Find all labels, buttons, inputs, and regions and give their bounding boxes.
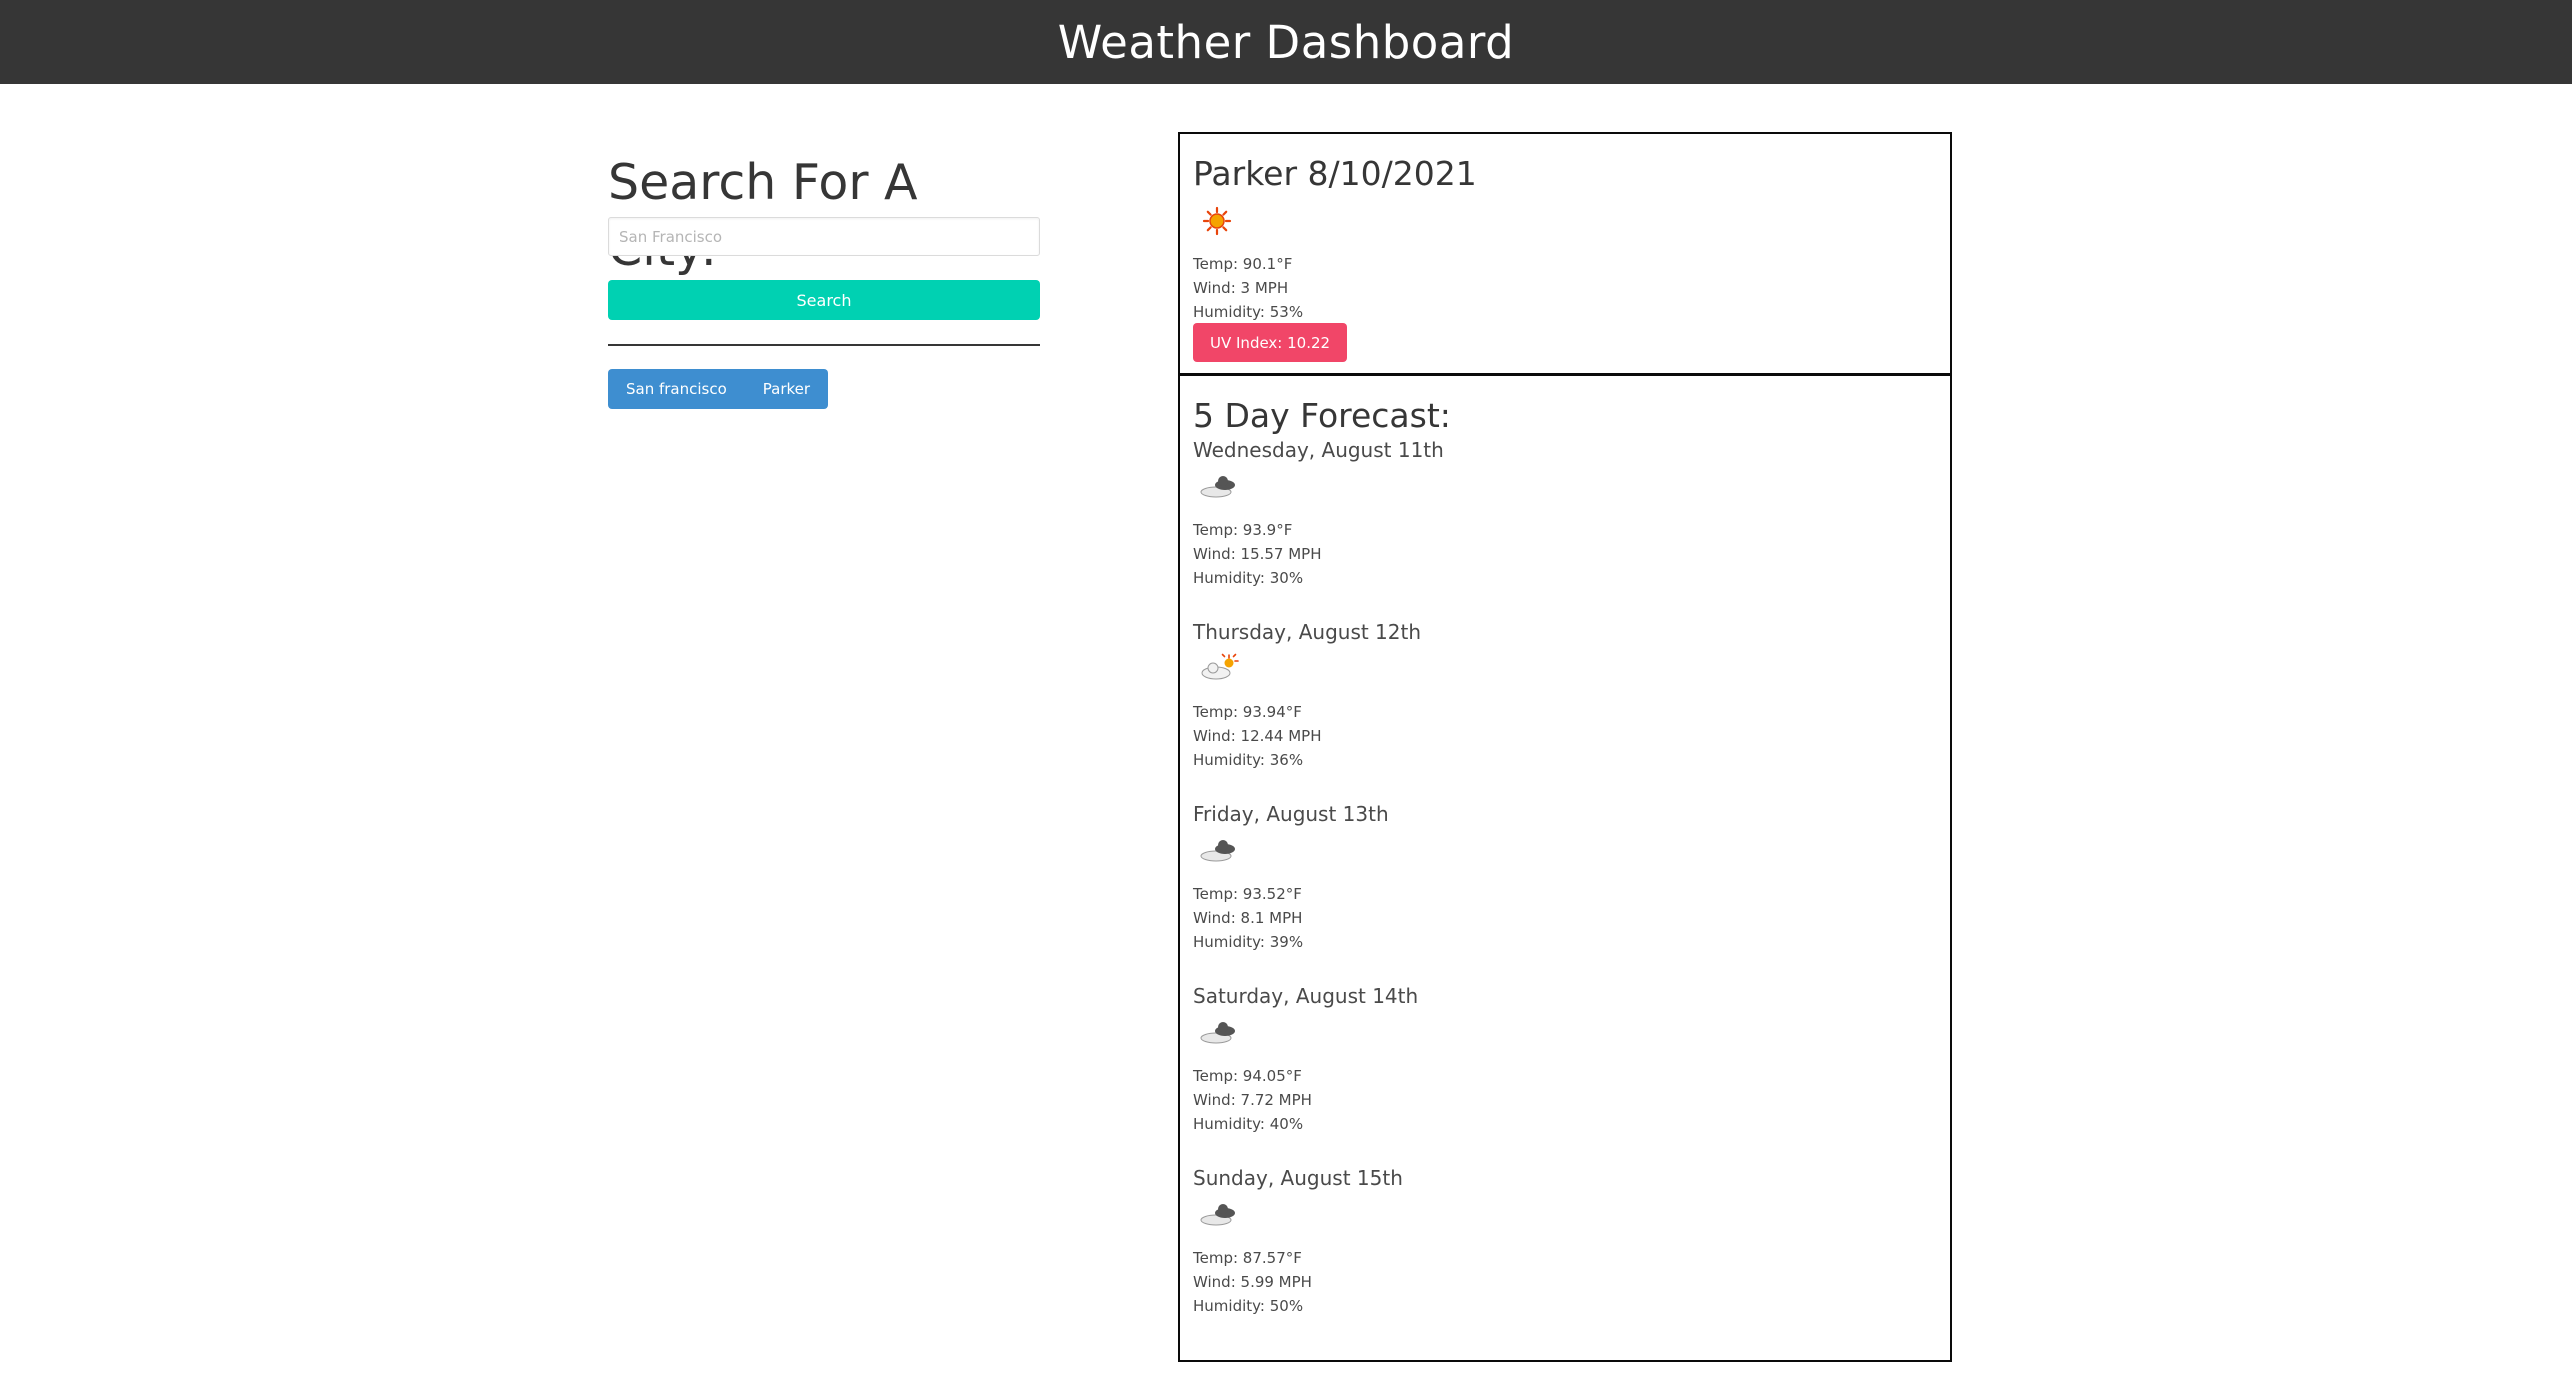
forecast-humidity: Humidity: 36% [1193, 751, 1304, 769]
forecast-wind: Wind: 15.57 MPH [1193, 545, 1322, 563]
forecast-day: Wednesday, August 11th Temp: 93.9°F Wind… [1193, 438, 1793, 620]
forecast-title: 5 Day Forecast: [1193, 396, 1451, 435]
forecast-day: Friday, August 13th Temp: 93.52°F Wind: … [1193, 802, 1793, 984]
cloudy-icon [1200, 476, 1235, 498]
uv-index-badge: UV Index: 10.22 [1193, 323, 1348, 362]
city-search-input[interactable] [608, 217, 1040, 256]
forecast-temp: Temp: 93.94°F [1193, 703, 1302, 721]
forecast-day-stats: Temp: 87.57°F Wind: 5.99 MPH Humidity: 5… [1193, 1246, 1312, 1318]
forecast-day-stats: Temp: 94.05°F Wind: 7.72 MPH Humidity: 4… [1193, 1064, 1312, 1136]
current-city-date: Parker 8/10/2021 [1193, 154, 1477, 193]
cloudy-icon [1200, 1022, 1235, 1044]
search-history: San francisco Parker [608, 369, 829, 409]
forecast-temp: Temp: 87.57°F [1193, 1249, 1302, 1267]
cloudy-icon [1200, 840, 1235, 862]
history-button-san-francisco[interactable]: San francisco [608, 369, 745, 409]
forecast-humidity: Humidity: 40% [1193, 1115, 1304, 1133]
search-panel: Search For A City: Search San francisco … [608, 150, 1040, 409]
partly-cloudy-icon [1201, 653, 1239, 680]
forecast-day-stats: Temp: 93.9°F Wind: 15.57 MPH Humidity: 3… [1193, 518, 1322, 590]
forecast-day-stats: Temp: 93.94°F Wind: 12.44 MPH Humidity: … [1193, 700, 1322, 772]
forecast-humidity: Humidity: 39% [1193, 933, 1304, 951]
forecast-day-name: Friday, August 13th [1193, 802, 1389, 826]
forecast-day: Sunday, August 15th Temp: 87.57°F Wind: … [1193, 1166, 1793, 1348]
current-temp: Temp: 90.1°F [1193, 255, 1293, 273]
sun-icon [1202, 206, 1232, 236]
cloudy-icon [1200, 1204, 1235, 1226]
forecast-day-stats: Temp: 93.52°F Wind: 8.1 MPH Humidity: 39… [1193, 882, 1303, 954]
forecast-wind: Wind: 5.99 MPH [1193, 1273, 1312, 1291]
forecast-wind: Wind: 8.1 MPH [1193, 909, 1303, 927]
forecast-day-name: Wednesday, August 11th [1193, 438, 1444, 462]
current-wind: Wind: 3 MPH [1193, 279, 1289, 297]
search-button[interactable]: Search [608, 280, 1040, 320]
forecast-temp: Temp: 93.52°F [1193, 885, 1302, 903]
app-title: Weather Dashboard [1057, 15, 1515, 69]
current-stats: Temp: 90.1°F Wind: 3 MPH Humidity: 53% [1193, 252, 1303, 324]
five-day-forecast: 5 Day Forecast: Wednesday, August 11th T… [1178, 376, 1952, 1362]
search-title: Search For A City: [608, 154, 918, 277]
history-button-parker[interactable]: Parker [744, 369, 829, 409]
forecast-day: Thursday, August 12th Temp: 93.94°F Wind… [1193, 620, 1793, 802]
forecast-day-name: Thursday, August 12th [1193, 620, 1422, 644]
forecast-day-name: Sunday, August 15th [1193, 1166, 1403, 1190]
forecast-day-name: Saturday, August 14th [1193, 984, 1419, 1008]
forecast-temp: Temp: 94.05°F [1193, 1067, 1302, 1085]
forecast-wind: Wind: 12.44 MPH [1193, 727, 1322, 745]
forecast-temp: Temp: 93.9°F [1193, 521, 1293, 539]
divider [608, 344, 1040, 346]
forecast-humidity: Humidity: 30% [1193, 569, 1304, 587]
current-weather-card: Parker 8/10/2021 Temp: 90.1°F Wind: 3 MP… [1178, 132, 1952, 376]
current-humidity: Humidity: 53% [1193, 303, 1304, 321]
forecast-day: Saturday, August 14th Temp: 94.05°F Wind… [1193, 984, 1793, 1166]
forecast-wind: Wind: 7.72 MPH [1193, 1091, 1312, 1109]
app-header: Weather Dashboard [0, 0, 2572, 84]
forecast-humidity: Humidity: 50% [1193, 1297, 1304, 1315]
